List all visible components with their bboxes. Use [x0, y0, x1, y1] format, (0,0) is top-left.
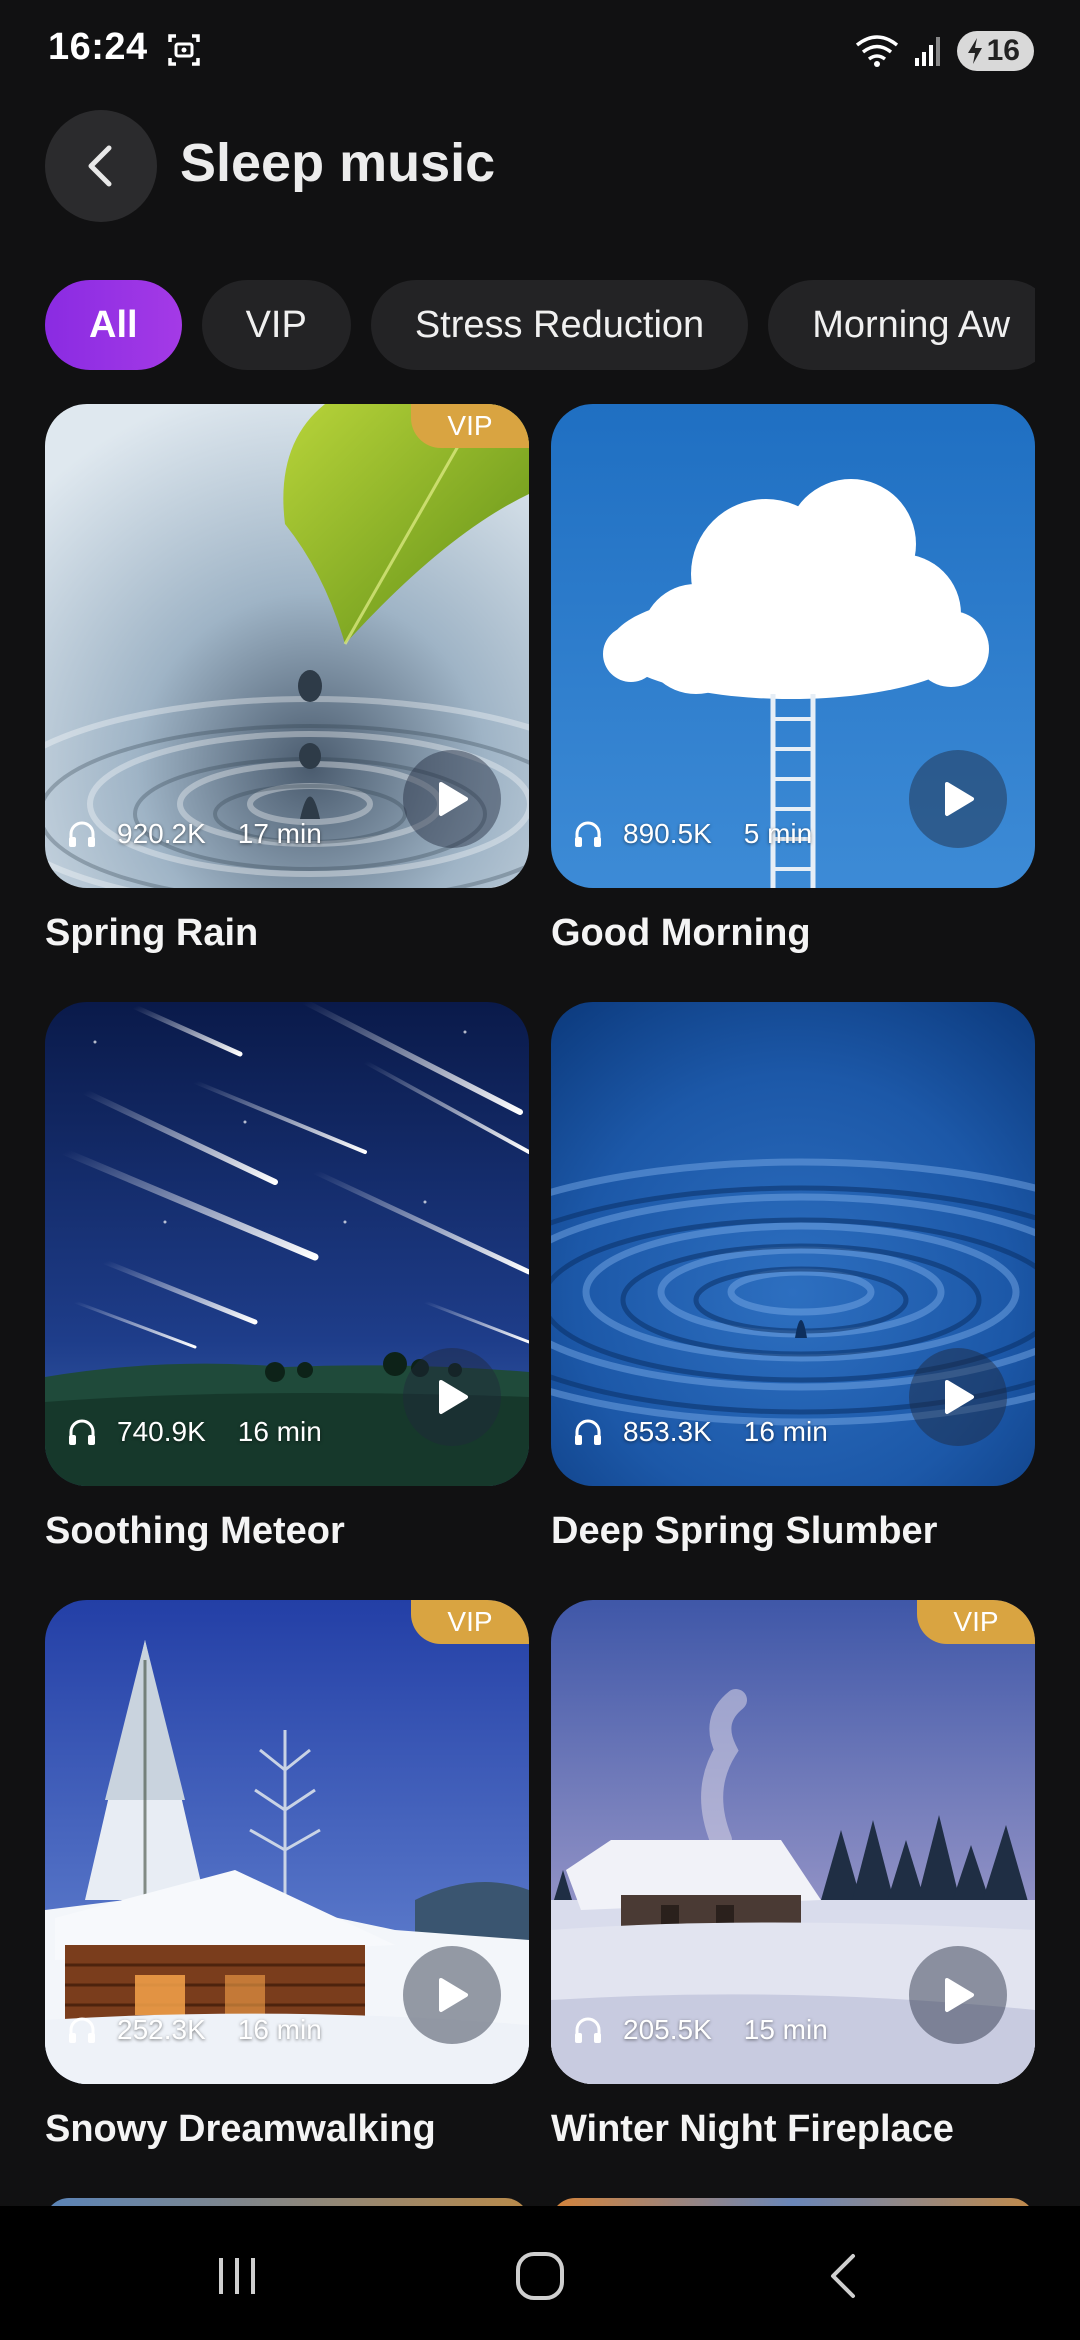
headphones-icon [69, 2017, 95, 2043]
headphones-icon [575, 821, 601, 847]
track-card[interactable]: VIP 252.3K 16 min Snowy Dreamwalking [45, 1600, 529, 2160]
play-count: 890.5K [623, 818, 712, 849]
track-card[interactable]: 853.3K 16 min Deep Spring Slumber [551, 1002, 1035, 1562]
headphones-icon [69, 1419, 95, 1445]
system-nav-bar [0, 2206, 1080, 2340]
play-icon [945, 1380, 974, 1414]
home-button[interactable] [500, 2246, 580, 2306]
home-icon [516, 2252, 564, 2300]
track-stats: 252.3K 16 min [67, 2014, 322, 2046]
track-duration: 17 min [237, 818, 322, 849]
track-thumbnail: VIP 205.5K 15 min [551, 1600, 1035, 2084]
back-button[interactable] [45, 110, 157, 222]
track-title: Soothing Meteor [45, 1510, 345, 1552]
chip-morning-awakening[interactable]: Morning Aw [768, 280, 1035, 370]
track-stats: 740.9K 16 min [67, 1416, 322, 1448]
track-duration: 16 min [237, 1416, 322, 1447]
recents-icon [219, 2258, 255, 2294]
track-title: Snowy Dreamwalking [45, 2108, 436, 2150]
headphones-icon [575, 1419, 601, 1445]
track-title: Winter Night Fireplace [551, 2108, 954, 2150]
wifi-icon [855, 35, 898, 67]
track-title: Good Morning [551, 912, 811, 954]
status-bar: 16:24 16 [0, 0, 1080, 100]
play-icon [439, 782, 468, 816]
track-card[interactable]: VIP 205.5K 15 min Winter Night Fireplace [551, 1600, 1035, 2160]
battery-charging-icon [967, 38, 982, 64]
headphones-icon [69, 821, 95, 847]
back-button-nav[interactable] [803, 2246, 883, 2306]
play-count: 740.9K [117, 1416, 206, 1447]
headphones-icon [575, 2017, 601, 2043]
play-count: 252.3K [117, 2014, 206, 2045]
status-right: 16 [855, 28, 1034, 74]
track-stats: 205.5K 15 min [573, 2014, 828, 2046]
track-thumbnail: 740.9K 16 min [45, 1002, 529, 1486]
track-duration: 15 min [743, 2014, 828, 2045]
recents-button[interactable] [197, 2246, 277, 2306]
play-count: 205.5K [623, 2014, 712, 2045]
vip-badge: VIP [411, 404, 529, 448]
play-button[interactable] [909, 1348, 1007, 1446]
track-thumbnail: VIP 252.3K 16 min [45, 1600, 529, 2084]
play-button[interactable] [403, 1348, 501, 1446]
track-thumbnail: 853.3K 16 min [551, 1002, 1035, 1486]
play-icon [439, 1380, 468, 1414]
track-thumbnail: VIP 920.2K 17 min [45, 404, 529, 888]
play-icon [945, 782, 974, 816]
vip-badge: VIP [917, 1600, 1035, 1644]
track-duration: 16 min [237, 2014, 322, 2045]
track-card[interactable]: 890.5K 5 min Good Morning [551, 404, 1035, 964]
play-button[interactable] [403, 1946, 501, 2044]
track-card[interactable]: VIP 920.2K 17 min Spring Rain [45, 404, 529, 964]
vip-badge: VIP [411, 1600, 529, 1644]
track-duration: 5 min [743, 818, 813, 849]
signal-icon [914, 37, 940, 66]
play-button[interactable] [403, 750, 501, 848]
play-button[interactable] [909, 750, 1007, 848]
status-time: 16:24 [48, 26, 148, 68]
page-title: Sleep music [180, 133, 496, 193]
battery-indicator: 16 [956, 31, 1034, 71]
category-chips: All VIP Stress Reduction Morning Aw [45, 280, 1035, 372]
track-title: Spring Rain [45, 912, 259, 954]
chevron-left-icon [88, 145, 112, 187]
chip-vip[interactable]: VIP [201, 280, 351, 370]
track-card[interactable]: 740.9K 16 min Soothing Meteor [45, 1002, 529, 1562]
play-icon [945, 1978, 974, 2012]
chip-stress-reduction[interactable]: Stress Reduction [370, 280, 749, 370]
track-stats: 890.5K 5 min [573, 818, 812, 850]
chip-all[interactable]: All [45, 280, 182, 370]
track-stats: 853.3K 16 min [573, 1416, 828, 1448]
track-title: Deep Spring Slumber [551, 1510, 938, 1552]
play-count: 853.3K [623, 1416, 712, 1447]
track-thumbnail: 890.5K 5 min [551, 404, 1035, 888]
track-duration: 16 min [743, 1416, 828, 1447]
play-icon [439, 1978, 468, 2012]
back-icon [831, 2254, 855, 2298]
track-stats: 920.2K 17 min [67, 818, 322, 850]
play-button[interactable] [909, 1946, 1007, 2044]
battery-level: 16 [986, 34, 1020, 67]
screenshot-icon [168, 34, 200, 66]
play-count: 920.2K [117, 818, 206, 849]
